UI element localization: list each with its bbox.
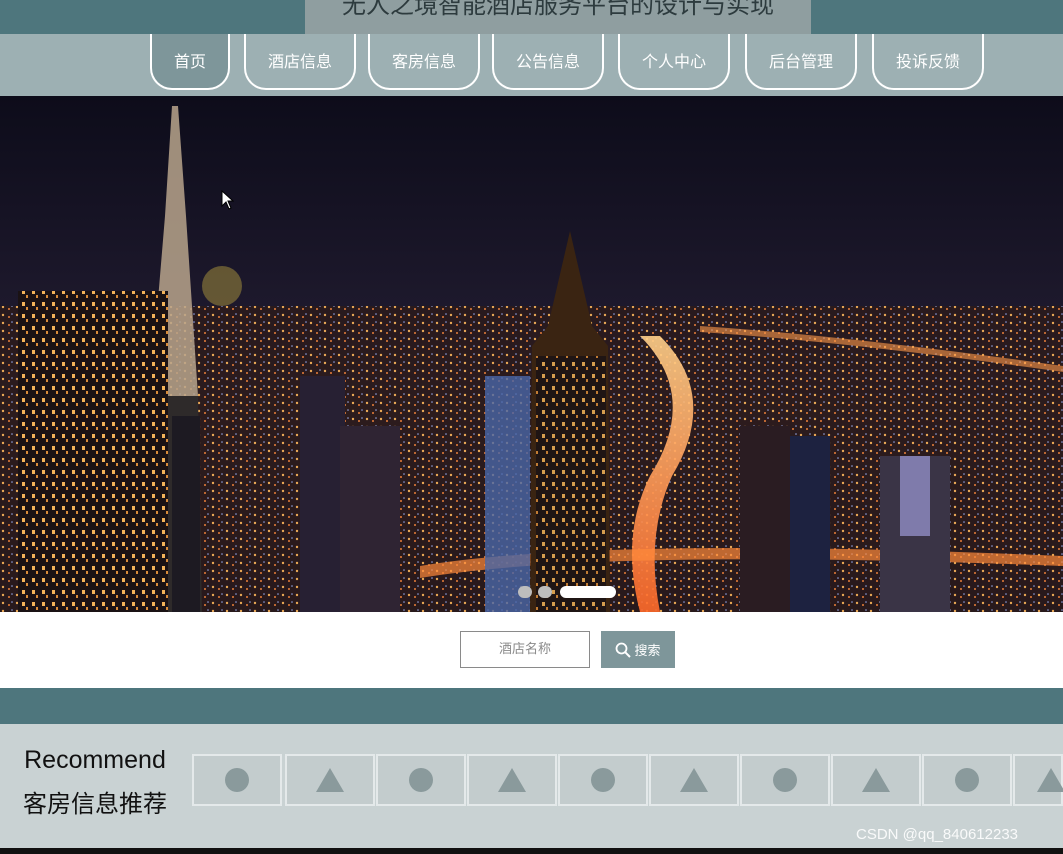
- site-title: 无人之境智能酒店服务平台的设计与实现: [305, 0, 811, 34]
- recommend-title-cn: 客房信息推荐: [23, 790, 167, 818]
- recommend-title-en: Recommend: [24, 746, 166, 774]
- search-icon: [616, 642, 632, 658]
- carousel-dot-3[interactable]: [560, 586, 616, 598]
- image-placeholder-triangle-icon: [498, 768, 526, 792]
- room-thumbnail[interactable]: [285, 754, 375, 806]
- hotel-name-search-input[interactable]: [460, 631, 590, 668]
- nav-item-room-info[interactable]: 客房信息: [368, 34, 480, 90]
- room-thumbnail[interactable]: [467, 754, 557, 806]
- cursor-indicator: [202, 266, 242, 306]
- search-section: 搜索: [0, 612, 1063, 688]
- image-placeholder-triangle-icon: [862, 768, 890, 792]
- nav-item-announcements[interactable]: 公告信息: [492, 34, 604, 90]
- room-thumbnail[interactable]: [649, 754, 739, 806]
- room-thumbnail[interactable]: [740, 754, 830, 806]
- section-divider: [0, 688, 1063, 724]
- title-bar: 无人之境智能酒店服务平台的设计与实现: [0, 0, 1063, 34]
- nav-item-hotel-info[interactable]: 酒店信息: [244, 34, 356, 90]
- room-thumbnail[interactable]: [192, 754, 282, 806]
- image-placeholder-triangle-icon: [680, 768, 708, 792]
- image-placeholder-circle-icon: [955, 768, 979, 792]
- hero-carousel[interactable]: [0, 96, 1063, 612]
- nav-item-personal-center[interactable]: 个人中心: [618, 34, 730, 90]
- nav-item-home[interactable]: 首页: [150, 34, 230, 90]
- search-button-label: 搜索: [634, 644, 661, 659]
- main-nav: 首页 酒店信息 客房信息 公告信息 个人中心 后台管理 投诉反馈: [0, 34, 1063, 97]
- room-thumbnail[interactable]: [558, 754, 648, 806]
- carousel-dot-1[interactable]: [518, 586, 532, 598]
- nav-item-complaints[interactable]: 投诉反馈: [872, 34, 984, 90]
- image-placeholder-circle-icon: [225, 768, 249, 792]
- image-placeholder-circle-icon: [591, 768, 615, 792]
- room-thumbnail[interactable]: [922, 754, 1012, 806]
- city-night-image: [0, 96, 1063, 612]
- image-placeholder-circle-icon: [773, 768, 797, 792]
- bottom-edge: [0, 848, 1063, 854]
- room-thumbnail[interactable]: [376, 754, 466, 806]
- room-thumbnail[interactable]: [831, 754, 921, 806]
- image-placeholder-triangle-icon: [1037, 768, 1063, 792]
- search-button[interactable]: 搜索: [601, 631, 675, 668]
- image-placeholder-circle-icon: [409, 768, 433, 792]
- room-thumbnail[interactable]: [1013, 754, 1063, 806]
- watermark: CSDN @qq_840612233: [856, 826, 1019, 843]
- image-placeholder-triangle-icon: [316, 768, 344, 792]
- nav-item-admin[interactable]: 后台管理: [745, 34, 857, 90]
- carousel-dot-2[interactable]: [538, 586, 552, 598]
